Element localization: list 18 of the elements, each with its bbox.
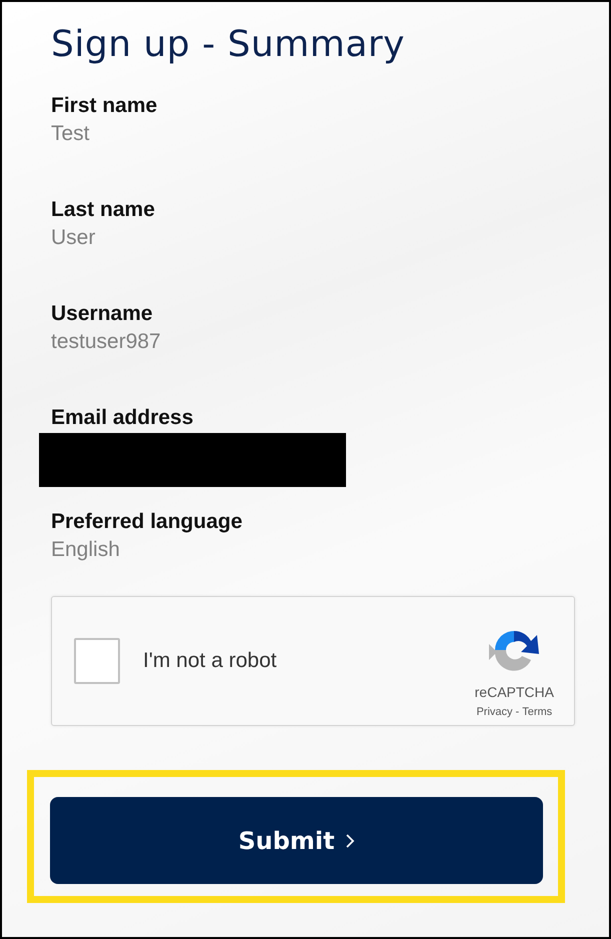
- field-value: User: [51, 225, 96, 251]
- field-value: Test: [51, 121, 91, 147]
- field-label: Username: [51, 301, 154, 327]
- submit-button[interactable]: Submit: [50, 797, 543, 884]
- field-value: testuser987: [51, 329, 162, 355]
- link-separator: -: [516, 706, 520, 718]
- field-value: English: [51, 537, 121, 563]
- privacy-link[interactable]: Privacy: [476, 706, 513, 718]
- captcha-checkbox[interactable]: [74, 638, 120, 684]
- chevron-icon: [344, 832, 355, 848]
- terms-link[interactable]: Terms: [522, 706, 552, 718]
- page-title: Sign up - Summary: [51, 24, 406, 65]
- field-label: Last name: [51, 197, 156, 223]
- field-label: Email address: [51, 405, 194, 431]
- field-label: First name: [51, 93, 158, 119]
- field-label: Preferred language: [51, 509, 244, 535]
- recaptcha-brand: reCAPTCHA: [474, 684, 554, 700]
- captcha-label: I'm not a robot: [143, 649, 278, 673]
